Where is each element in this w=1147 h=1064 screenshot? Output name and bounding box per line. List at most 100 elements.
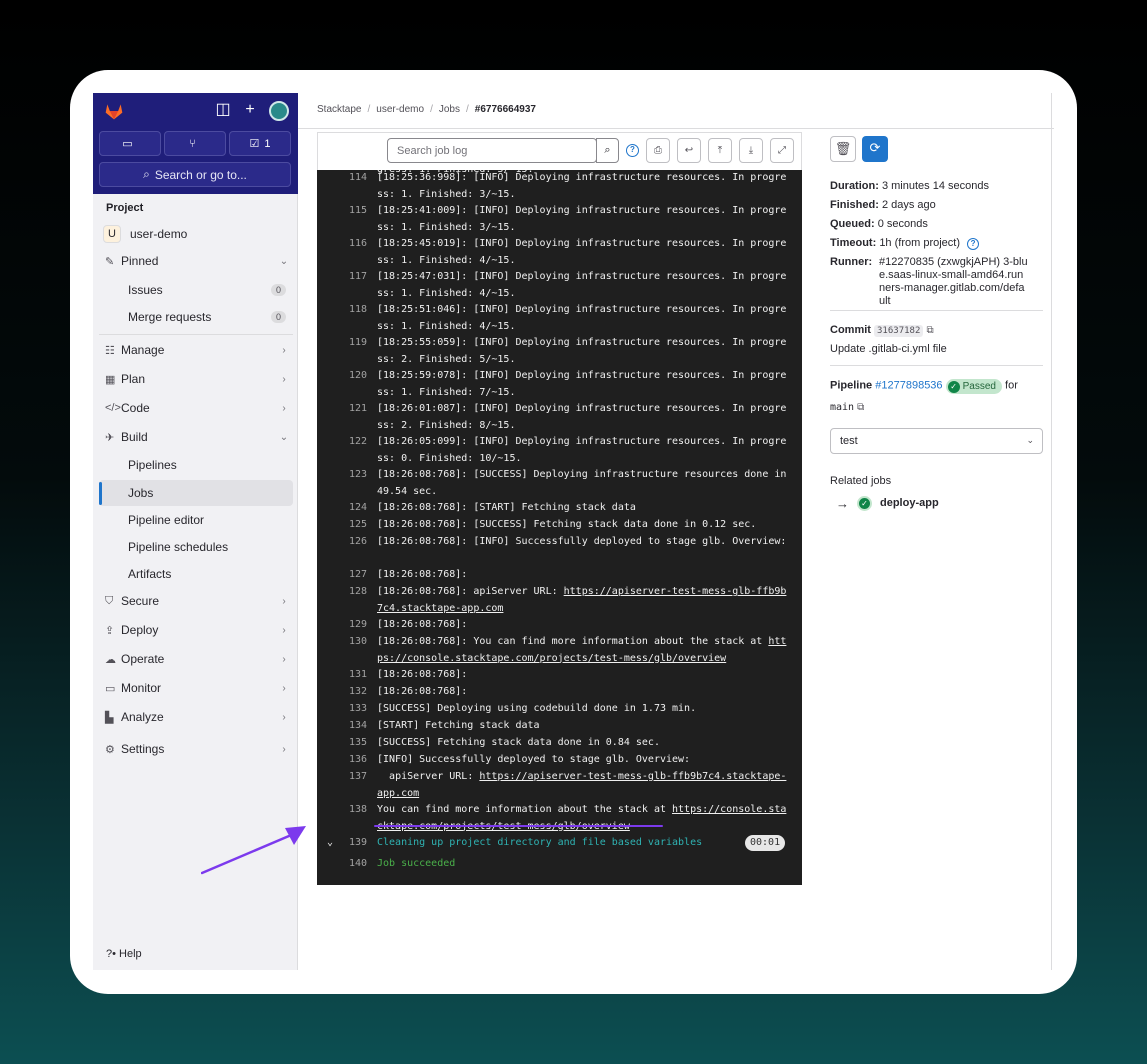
pin-icon: ✎ bbox=[105, 255, 115, 268]
chevron-right-icon: › bbox=[282, 653, 286, 665]
timeout-row: Timeout: 1h (from project) ? bbox=[830, 237, 980, 250]
line-number[interactable]: 134 bbox=[317, 718, 367, 735]
line-number[interactable]: 138 bbox=[317, 802, 367, 819]
sidebar-item-monitor[interactable]: ▭ Monitor › bbox=[99, 675, 293, 701]
header-divider bbox=[298, 128, 1054, 129]
pipeline-link[interactable]: #1277898536 bbox=[875, 380, 942, 392]
line-number[interactable]: 118 bbox=[317, 302, 367, 319]
project-link[interactable]: Uuser-demo bbox=[99, 221, 293, 247]
sidebar-item-operate[interactable]: ☁ Operate › bbox=[99, 646, 293, 672]
commit-message[interactable]: Update .gitlab-ci.yml file bbox=[830, 343, 947, 356]
stage-select[interactable]: test ⌄ bbox=[830, 428, 1043, 454]
user-avatar[interactable] bbox=[269, 101, 289, 121]
job-log[interactable]: gress: 1. Finished: 3/~15.114[18:25:36:9… bbox=[317, 170, 802, 885]
line-number[interactable]: 136 bbox=[317, 752, 367, 769]
sidebar-header: ◫ + ▭ ⑂ ☑ 1 ⌕ Search or go to... bbox=[93, 93, 298, 194]
page-right-border bbox=[1051, 93, 1052, 970]
plus-icon[interactable]: + bbox=[241, 101, 259, 119]
merge-requests-button[interactable]: ⑂ bbox=[164, 131, 226, 156]
sidebar-item-jobs[interactable]: Jobs bbox=[99, 480, 293, 506]
line-number[interactable]: 128 bbox=[317, 584, 367, 601]
copy-icon[interactable]: ⧉ bbox=[926, 325, 933, 336]
chevron-down-icon: ⌄ bbox=[279, 255, 289, 267]
line-number[interactable]: 135 bbox=[317, 735, 367, 752]
line-number[interactable]: 137 bbox=[317, 769, 367, 786]
retry-job-button[interactable]: ⟳ bbox=[862, 136, 888, 162]
line-number[interactable]: 126 bbox=[317, 534, 367, 551]
help-button[interactable]: ?• Help bbox=[106, 948, 142, 960]
line-number[interactable]: 127 bbox=[317, 567, 367, 584]
line-number[interactable]: 130 bbox=[317, 634, 367, 651]
scroll-to-top-icon[interactable]: ⤒ bbox=[708, 138, 732, 163]
commit-sha[interactable]: 31637182 bbox=[874, 325, 924, 337]
line-number[interactable]: 117 bbox=[317, 269, 367, 286]
erase-job-button[interactable]: 🗑 bbox=[830, 136, 856, 162]
copy-icon[interactable]: ⧉ bbox=[857, 402, 864, 413]
sidebar-item-build[interactable]: ✈ Build ⌄ bbox=[99, 424, 293, 450]
line-number[interactable]: 124 bbox=[317, 500, 367, 517]
breadcrumb-item[interactable]: Jobs bbox=[439, 104, 460, 115]
wrap-lines-icon[interactable]: ↩ bbox=[677, 138, 701, 163]
scroll-to-bottom-icon[interactable]: ⤓ bbox=[739, 138, 763, 163]
line-number[interactable]: 125 bbox=[317, 517, 367, 534]
line-number[interactable]: 123 bbox=[317, 467, 367, 484]
todo-button[interactable]: ☑ 1 bbox=[229, 131, 291, 156]
mr-count-badge: 0 bbox=[270, 311, 286, 323]
status-badge[interactable]: ✓ Passed bbox=[945, 379, 1002, 394]
sidebar-item-merge-requests[interactable]: Merge requests 0 bbox=[99, 304, 293, 330]
line-number[interactable]: 140 bbox=[317, 856, 367, 873]
sidebar-item-pipeline-schedules[interactable]: Pipeline schedules bbox=[99, 534, 293, 560]
breadcrumb-item[interactable]: user-demo bbox=[376, 104, 424, 115]
sidebar-item-secure[interactable]: ⛉ Secure › bbox=[99, 588, 293, 614]
fullscreen-icon[interactable]: ⤢ bbox=[770, 138, 794, 163]
calendar-icon: ▦ bbox=[105, 373, 116, 386]
todo-icon: ☑ bbox=[249, 138, 260, 150]
ref-name[interactable]: main bbox=[830, 402, 854, 413]
line-number[interactable]: 116 bbox=[317, 236, 367, 253]
line-number[interactable]: 115 bbox=[317, 203, 367, 220]
line-number[interactable]: 119 bbox=[317, 335, 367, 352]
sidebar-item-settings[interactable]: ⚙ Settings › bbox=[99, 736, 293, 762]
sidebar-item-artifacts[interactable]: Artifacts bbox=[99, 561, 293, 587]
sidebar-item-code[interactable]: </> Code › bbox=[99, 395, 293, 421]
line-number[interactable]: 120 bbox=[317, 368, 367, 385]
help-icon[interactable]: ? bbox=[626, 144, 639, 157]
sidebar-item-pipelines[interactable]: Pipelines bbox=[99, 452, 293, 478]
sidebar-item-analyze[interactable]: ▙ Analyze › bbox=[99, 704, 293, 730]
sidebar-item-issues[interactable]: Issues 0 bbox=[99, 277, 293, 303]
job-log-search-input[interactable]: Search job log bbox=[387, 138, 597, 163]
gitlab-logo-icon[interactable] bbox=[104, 101, 124, 121]
toggle-sidebar-icon[interactable]: ◫ bbox=[214, 101, 232, 119]
line-number[interactable]: 139 bbox=[317, 835, 367, 852]
sidebar-item-deploy[interactable]: ⇪ Deploy › bbox=[99, 617, 293, 643]
chevron-down-icon[interactable]: ⌄ bbox=[327, 835, 333, 852]
divider bbox=[830, 310, 1043, 311]
chevron-down-icon: ⌄ bbox=[279, 431, 289, 443]
help-icon[interactable]: ? bbox=[967, 238, 980, 250]
pipeline-row: Pipeline #1277898536 ✓ Passed for bbox=[830, 379, 1018, 394]
breadcrumb-current[interactable]: #6776664937 bbox=[475, 104, 536, 115]
line-number[interactable]: 114 bbox=[317, 170, 367, 187]
issues-icon: ▭ bbox=[122, 138, 133, 150]
chevron-right-icon: › bbox=[282, 624, 286, 636]
line-number[interactable]: 122 bbox=[317, 434, 367, 451]
line-number[interactable]: 129 bbox=[317, 617, 367, 634]
divider bbox=[99, 334, 293, 335]
line-number[interactable]: 131 bbox=[317, 667, 367, 684]
sidebar-item-manage[interactable]: ☷ Manage › bbox=[99, 337, 293, 363]
sidebar-item-plan[interactable]: ▦ Plan › bbox=[99, 366, 293, 392]
pinned-section[interactable]: ✎ Pinned ⌄ bbox=[99, 248, 293, 274]
download-raw-icon[interactable]: ⎙ bbox=[646, 138, 670, 163]
breadcrumb-item[interactable]: Stacktape bbox=[317, 104, 361, 115]
related-jobs-heading: Related jobs bbox=[830, 475, 892, 487]
sidebar-item-pipeline-editor[interactable]: Pipeline editor bbox=[99, 507, 293, 533]
search-go-button[interactable]: ⌕ Search or go to... bbox=[99, 162, 291, 187]
line-number[interactable]: 132 bbox=[317, 684, 367, 701]
line-number[interactable]: 121 bbox=[317, 401, 367, 418]
search-icon[interactable]: ⌕ bbox=[596, 138, 619, 163]
chevron-right-icon: › bbox=[282, 711, 286, 723]
project-section-label: Project bbox=[106, 202, 144, 214]
issues-button[interactable]: ▭ bbox=[99, 131, 161, 156]
line-number[interactable]: 133 bbox=[317, 701, 367, 718]
related-job-item[interactable]: → ✓ deploy-app bbox=[836, 496, 939, 511]
